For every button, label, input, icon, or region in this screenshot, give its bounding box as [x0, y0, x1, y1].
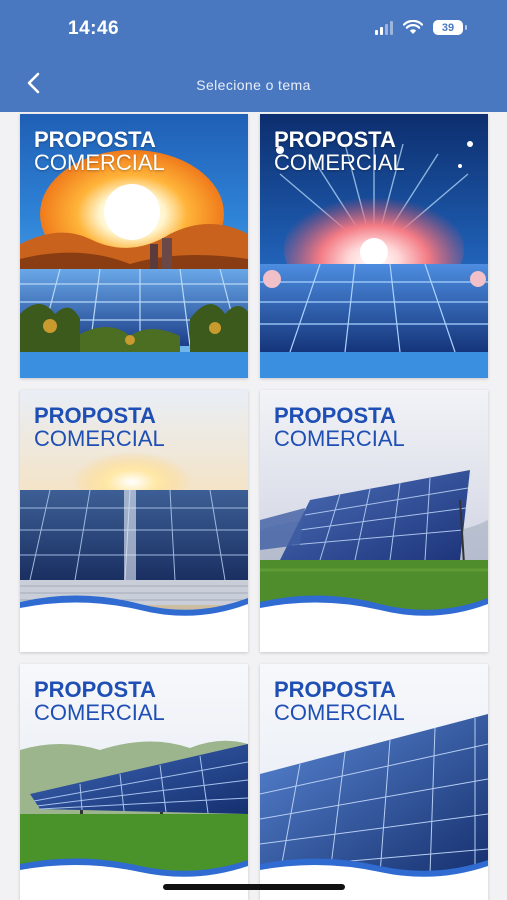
cellular-signal-icon: [375, 20, 393, 35]
theme-title-3: PROPOSTA COMERCIAL: [34, 403, 165, 451]
theme-card-6[interactable]: PROPOSTA COMERCIAL: [260, 664, 488, 900]
theme-title-2: PROPOSTA COMERCIAL: [274, 127, 405, 175]
theme-title-6: PROPOSTA COMERCIAL: [274, 677, 405, 725]
theme-card-1[interactable]: PROPOSTA COMERCIAL: [20, 114, 248, 378]
page-title: Selecione o tema: [196, 77, 311, 93]
status-icons: 39: [375, 20, 467, 35]
theme-title-4: PROPOSTA COMERCIAL: [274, 403, 405, 451]
app-header: 14:46 39 Selecione o tema: [0, 0, 507, 112]
theme-card-5[interactable]: PROPOSTA COMERCIAL: [20, 664, 248, 900]
home-indicator[interactable]: [163, 884, 345, 890]
battery-icon: 39: [433, 20, 467, 35]
theme-card-4[interactable]: PROPOSTA COMERCIAL: [260, 390, 488, 652]
status-time: 14:46: [68, 18, 120, 39]
theme-title-5: PROPOSTA COMERCIAL: [34, 677, 165, 725]
theme-title-1: PROPOSTA COMERCIAL: [34, 127, 165, 175]
wifi-icon: [403, 20, 423, 34]
theme-card-2[interactable]: PROPOSTA COMERCIAL: [260, 114, 488, 378]
theme-card-3[interactable]: PROPOSTA COMERCIAL: [20, 390, 248, 652]
